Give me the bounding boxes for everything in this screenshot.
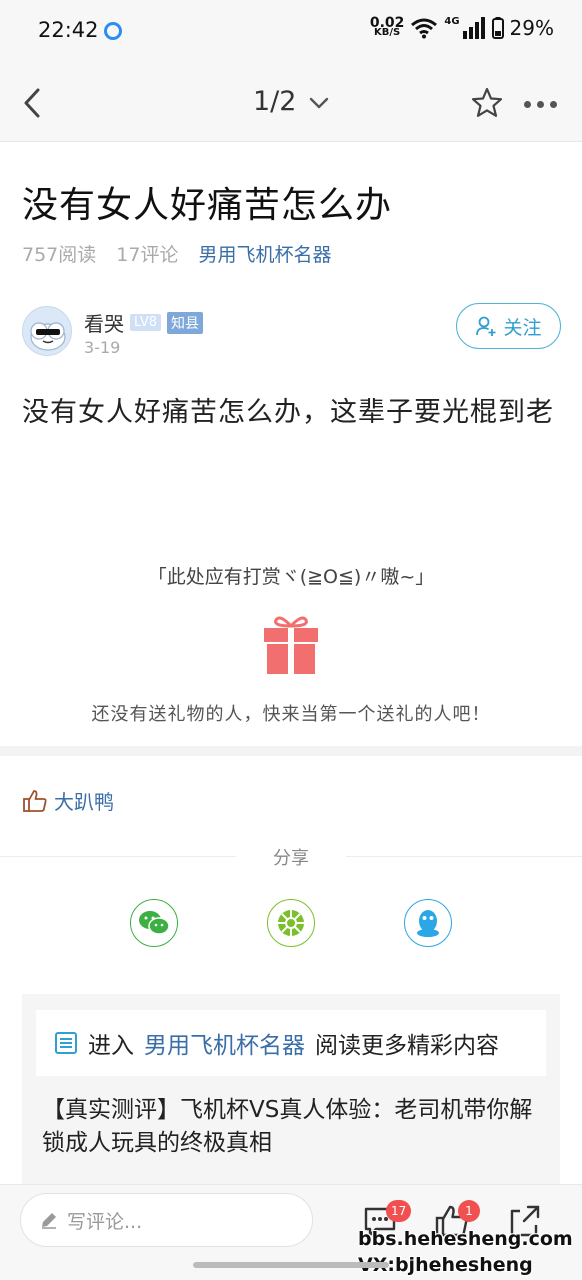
favorite-star-icon[interactable]	[470, 86, 504, 120]
share-qq-button[interactable]	[404, 899, 452, 947]
net-speed: 0.02 KB/S	[370, 16, 405, 38]
author-info: 看哭 LV8 知县	[84, 308, 203, 337]
list-icon	[55, 1032, 77, 1054]
page-indicator: 1/2	[252, 86, 297, 117]
liker-name[interactable]: 大趴鸭	[54, 786, 114, 815]
follow-button[interactable]: 关注	[456, 303, 561, 349]
chevron-down-icon	[309, 97, 329, 108]
more-options-icon[interactable]	[524, 101, 557, 108]
top-nav-bar: 1/2	[0, 64, 582, 142]
moments-icon	[278, 910, 304, 936]
share-label: 分享	[273, 848, 309, 869]
category-link[interactable]: 男用飞机杯名器	[198, 240, 331, 267]
like-count-badge: 1	[458, 1200, 480, 1222]
enter-category-name[interactable]: 男用飞机杯名器	[144, 1026, 305, 1060]
post-meta: 757阅读 17评论 男用飞机杯名器	[22, 240, 331, 267]
wechat-icon	[139, 911, 170, 935]
network-type: 4G	[444, 16, 460, 27]
enter-prefix: 进入	[88, 1033, 134, 1059]
net-speed-unit: KB/S	[373, 27, 401, 38]
comment-placeholder: 写评论...	[67, 1210, 143, 1233]
status-indicators: 0.02 KB/S 4G 29%	[370, 16, 554, 40]
gift-empty-text: 还没有送礼物的人，快来当第一个送礼的人吧！	[91, 704, 491, 725]
recommended-article[interactable]: 【真实测评】飞机杯VS真人体验：老司机带你解锁成人玩具的终极真相	[42, 1094, 542, 1160]
status-bar: 22:42 0.02 KB/S 4G 29%	[0, 0, 582, 64]
app-notification-icon	[104, 22, 122, 40]
section-divider	[0, 746, 582, 756]
post-date: 3-19	[84, 338, 121, 357]
battery-level: 29%	[509, 16, 554, 40]
qq-icon	[417, 910, 439, 937]
pencil-icon	[42, 1213, 56, 1229]
battery-icon	[491, 17, 504, 39]
add-user-icon	[476, 316, 496, 336]
avatar-cloud-icon	[30, 322, 66, 351]
reward-hint: 「此处应有打赏ヾ(≧O≦)〃嗷~」	[147, 566, 435, 588]
comment-input[interactable]: 写评论...	[20, 1193, 313, 1247]
share-moments-button[interactable]	[267, 899, 315, 947]
post-title: 没有女人好痛苦怎么办	[22, 185, 393, 226]
level-badge: LV8	[130, 314, 161, 331]
comment-count-badge: 17	[386, 1200, 412, 1222]
share-wechat-button[interactable]	[130, 899, 178, 947]
thumbs-up-icon	[23, 789, 47, 812]
signal-icon	[462, 17, 485, 39]
avatar[interactable]	[22, 306, 72, 356]
read-count: 757阅读	[22, 244, 97, 266]
watermark-url: bbs.hehesheng.com	[358, 1228, 573, 1250]
home-indicator	[193, 1262, 389, 1268]
rank-badge: 知县	[166, 311, 203, 334]
enter-category-banner[interactable]: 进入 男用飞机杯名器 阅读更多精彩内容	[36, 1010, 546, 1076]
status-time: 22:42	[38, 18, 99, 42]
follow-label: 关注	[503, 316, 542, 339]
author-name[interactable]: 看哭	[84, 308, 124, 337]
likes-row: 大趴鸭	[22, 786, 114, 815]
recommend-section: 进入 男用飞机杯名器 阅读更多精彩内容 【真实测评】飞机杯VS真人体验：老司机带…	[22, 994, 560, 1184]
enter-suffix: 阅读更多精彩内容	[315, 1033, 499, 1059]
gift-icon[interactable]	[262, 612, 320, 676]
comment-count: 17评论	[116, 244, 179, 266]
wifi-icon	[411, 18, 438, 39]
post-content: 没有女人好痛苦怎么办，这辈子要光棍到老	[22, 397, 554, 428]
